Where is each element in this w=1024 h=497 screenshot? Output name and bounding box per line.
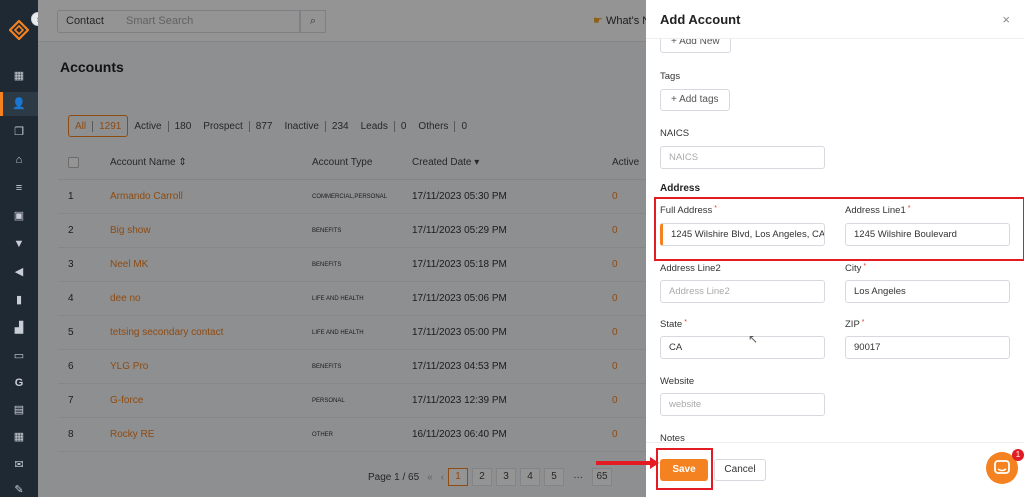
cancel-button[interactable]: Cancel — [714, 459, 766, 481]
mouse-cursor-icon: ↖ — [748, 332, 759, 346]
label-text: State — [660, 319, 683, 330]
address-line2-label: Address Line2 — [660, 263, 721, 274]
google-icon[interactable]: G — [12, 376, 26, 390]
label-text: City — [845, 263, 862, 274]
folder-icon[interactable]: ▭ — [12, 349, 26, 363]
id-card-icon[interactable]: ▣ — [12, 209, 26, 223]
mail-icon[interactable]: ✉ — [12, 458, 26, 472]
left-rail: ▦ 👤 ❐ ⌂ ≡ ▣ ▼ ◀ ▮ ▟ ▭ G ▤ ▦ ✉ ✎ — [0, 0, 38, 497]
calendar-icon[interactable]: ▦ — [12, 430, 26, 444]
book-icon[interactable]: ▮ — [12, 293, 26, 307]
address-highlight-box — [654, 197, 1024, 261]
address-section-title: Address — [660, 183, 701, 194]
label-text: ZIP — [845, 319, 860, 330]
contacts-icon[interactable]: 👤 — [12, 97, 26, 111]
add-new-button[interactable]: + Add New — [660, 39, 731, 53]
notes-label: Notes — [660, 433, 685, 442]
city-label: City * — [845, 263, 866, 274]
pointer-arrow-head — [650, 457, 659, 469]
documents-icon[interactable]: ❐ — [12, 125, 26, 139]
chart-icon[interactable]: ▟ — [12, 321, 26, 335]
bank-icon[interactable]: ⌂ — [12, 153, 26, 167]
add-tags-button[interactable]: + Add tags — [660, 89, 730, 111]
zip-input[interactable]: 90017 — [845, 336, 1010, 359]
pointer-arrow — [596, 461, 654, 465]
website-input[interactable]: website — [660, 393, 825, 416]
tags-label: Tags — [660, 71, 681, 82]
list-icon[interactable]: ≡ — [12, 181, 26, 195]
chat-badge: 1 — [1012, 449, 1024, 461]
required-marker: * — [684, 319, 687, 326]
naics-input[interactable]: NAICS — [660, 146, 825, 169]
required-marker: * — [861, 319, 865, 326]
address-line2-input[interactable]: Address Line2 — [660, 280, 825, 303]
close-icon[interactable]: × — [1002, 12, 1010, 27]
modal-title: Add Account — [660, 12, 741, 27]
state-input[interactable]: CA — [660, 336, 825, 359]
dashboard-icon[interactable]: ▦ — [12, 69, 26, 83]
invoice-icon[interactable]: ▤ — [12, 403, 26, 417]
filter-icon[interactable]: ▼ — [12, 237, 26, 251]
logo-icon[interactable] — [9, 20, 29, 40]
naics-label: NAICS — [660, 128, 690, 139]
state-label: State * — [660, 319, 687, 330]
required-marker: * — [863, 263, 867, 270]
modal-backdrop[interactable] — [38, 0, 646, 497]
megaphone-icon[interactable]: ◀ — [12, 265, 26, 279]
website-label: Website — [660, 376, 695, 387]
save-highlight-box — [656, 448, 713, 490]
city-input[interactable]: Los Angeles — [845, 280, 1010, 303]
zip-label: ZIP * — [845, 319, 865, 330]
signature-icon[interactable]: ✎ — [12, 483, 26, 497]
